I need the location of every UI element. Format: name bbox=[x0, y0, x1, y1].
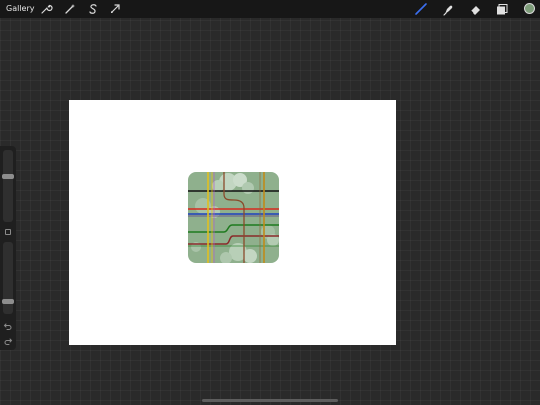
artwork-transit-map bbox=[188, 172, 279, 263]
left-sidebar bbox=[0, 146, 16, 350]
selection-s-icon[interactable] bbox=[86, 2, 100, 16]
top-toolbar: Gallery bbox=[0, 0, 540, 18]
modify-square-icon[interactable] bbox=[5, 229, 11, 235]
transform-arrow-icon[interactable] bbox=[108, 2, 122, 16]
redo-icon[interactable] bbox=[3, 336, 13, 346]
smudge-icon[interactable] bbox=[441, 2, 455, 16]
color-picker-button[interactable] bbox=[524, 3, 535, 14]
magic-wand-icon[interactable] bbox=[63, 2, 77, 16]
layers-icon[interactable] bbox=[495, 2, 509, 16]
brush-opacity-thumb[interactable] bbox=[2, 299, 14, 304]
home-indicator bbox=[202, 399, 338, 402]
undo-icon[interactable] bbox=[3, 321, 13, 331]
eraser-icon[interactable] bbox=[468, 2, 482, 16]
brush-opacity-slider[interactable] bbox=[2, 242, 14, 314]
brush-icon[interactable] bbox=[414, 2, 428, 16]
brush-size-thumb[interactable] bbox=[2, 174, 14, 179]
drawing-canvas[interactable] bbox=[69, 100, 396, 345]
wrench-icon[interactable] bbox=[39, 2, 53, 16]
brush-size-slider[interactable] bbox=[2, 150, 14, 222]
gallery-button[interactable]: Gallery bbox=[6, 3, 35, 15]
